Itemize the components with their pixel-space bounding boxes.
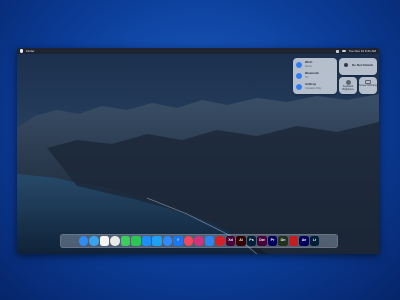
dock: f Xd Ai Ps Dw Pr Dn Ae Lr xyxy=(60,234,338,248)
photoshop-icon[interactable]: Ps xyxy=(246,236,257,246)
dreamweaver-icon[interactable]: Dw xyxy=(257,236,267,246)
wifi-icon xyxy=(296,61,302,68)
control-center-icon[interactable] xyxy=(341,50,346,52)
adobe-xd-icon[interactable]: Xd xyxy=(225,236,236,246)
messenger-icon[interactable] xyxy=(162,236,173,246)
keyboard-brightness-label: Keyboard Brightness xyxy=(342,85,354,91)
desktop-screen: Finder Tue Nov 10 9:41 AM Wi-Fi Home Blu… xyxy=(17,48,379,254)
moon-icon xyxy=(342,62,349,69)
airdrop-icon xyxy=(296,83,302,90)
apple-icon[interactable] xyxy=(20,49,23,53)
menu-bar: Finder Tue Nov 10 9:41 AM xyxy=(17,48,379,54)
dimension-icon[interactable]: Dn xyxy=(278,236,288,246)
calendar-icon[interactable] xyxy=(99,236,110,246)
search-icon[interactable] xyxy=(335,49,339,53)
wifi-subtitle: Home xyxy=(305,64,312,68)
creative-cloud-icon[interactable] xyxy=(215,236,225,246)
bluetooth-icon xyxy=(296,72,302,79)
app-store-icon[interactable] xyxy=(141,236,152,246)
do-not-disturb-tile[interactable]: Do Not Disturb xyxy=(339,58,377,75)
network-tile: Wi-Fi Home Bluetooth On AirDrop Contacts… xyxy=(293,58,337,94)
screen-mirroring-tile[interactable]: Screen Mirroring xyxy=(359,77,377,94)
airdrop-subtitle: Contacts Only xyxy=(305,86,322,90)
after-effects-icon[interactable]: Ae xyxy=(299,236,309,246)
menu-clock[interactable]: Tue Nov 10 9:41 AM xyxy=(349,48,376,54)
lightroom-icon[interactable]: Lr xyxy=(309,236,320,246)
control-center-panel: Wi-Fi Home Bluetooth On AirDrop Contacts… xyxy=(293,58,377,94)
menu-app-name[interactable]: Finder xyxy=(26,48,35,54)
mail-icon[interactable] xyxy=(204,236,215,246)
messages-icon[interactable] xyxy=(120,236,131,246)
facetime-icon[interactable] xyxy=(131,236,141,246)
keyboard-brightness-tile[interactable]: Keyboard Brightness xyxy=(339,77,357,94)
twitter-icon[interactable] xyxy=(152,236,162,246)
airdrop-toggle[interactable]: AirDrop Contacts Only xyxy=(296,82,321,91)
premiere-icon[interactable]: Pr xyxy=(267,236,278,246)
bluetooth-subtitle: On xyxy=(305,75,309,79)
screen-mirroring-label: Screen Mirroring xyxy=(359,84,377,87)
illustrator-icon[interactable]: Ai xyxy=(236,236,246,246)
instagram-icon[interactable] xyxy=(194,236,204,246)
do-not-disturb-label: Do Not Disturb xyxy=(352,62,374,67)
facebook-icon[interactable]: f xyxy=(173,236,183,246)
bluetooth-toggle[interactable]: Bluetooth On xyxy=(296,71,319,80)
wifi-toggle[interactable]: Wi-Fi Home xyxy=(296,60,312,69)
finder-icon[interactable] xyxy=(78,236,89,246)
music-icon[interactable] xyxy=(183,236,194,246)
safari-icon[interactable] xyxy=(89,236,99,246)
chrome-icon[interactable] xyxy=(110,236,120,246)
acrobat-icon[interactable] xyxy=(288,236,299,246)
